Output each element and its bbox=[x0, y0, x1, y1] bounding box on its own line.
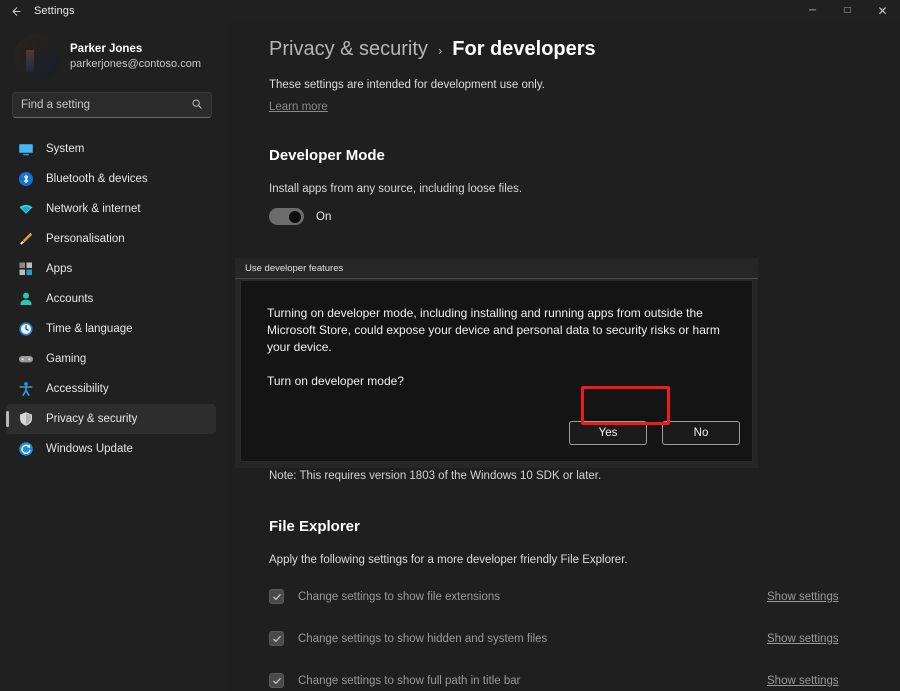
developer-mode-description: Install apps from any source, including … bbox=[269, 183, 523, 195]
no-button[interactable]: No bbox=[662, 421, 740, 445]
sidebar-item-label: Gaming bbox=[46, 353, 87, 365]
sidebar-item-privacy-security[interactable]: Privacy & security bbox=[6, 404, 216, 434]
sidebar-item-label: Accounts bbox=[46, 293, 94, 305]
dialog-body: Turning on developer mode, including ins… bbox=[241, 281, 752, 390]
sidebar-item-windows-update[interactable]: Windows Update bbox=[6, 434, 216, 464]
toggle-state-label: On bbox=[316, 210, 332, 223]
paintbrush-icon bbox=[18, 231, 34, 247]
search-input[interactable] bbox=[21, 99, 187, 111]
profile-name: Parker Jones bbox=[70, 43, 143, 55]
monitor-icon bbox=[18, 141, 34, 157]
wifi-icon bbox=[18, 201, 34, 217]
person-icon bbox=[18, 291, 34, 307]
sidebar-item-bluetooth-devices[interactable]: Bluetooth & devices bbox=[6, 164, 216, 194]
show-settings-link[interactable]: Show settings bbox=[767, 591, 839, 603]
apps-grid-icon bbox=[18, 261, 34, 277]
update-refresh-icon bbox=[18, 441, 34, 457]
checkbox-checked-icon[interactable] bbox=[269, 673, 284, 688]
developer-mode-confirm-dialog: Turning on developer mode, including ins… bbox=[240, 280, 753, 462]
developer-mode-heading: Developer Mode bbox=[269, 147, 385, 164]
bluetooth-icon bbox=[18, 171, 34, 187]
page-title: For developers bbox=[452, 38, 596, 60]
dialog-question: Turn on developer mode? bbox=[267, 374, 404, 388]
gamepad-icon bbox=[18, 351, 34, 367]
sidebar-item-label: Time & language bbox=[46, 323, 133, 335]
dialog-header: Use developer features bbox=[235, 258, 758, 279]
sidebar-item-apps[interactable]: Apps bbox=[6, 254, 216, 284]
back-arrow-icon[interactable] bbox=[0, 0, 30, 22]
window-controls: ─ □ ✕ bbox=[795, 0, 900, 22]
breadcrumb: Privacy & security › For developers bbox=[226, 22, 900, 61]
sidebar-item-label: Windows Update bbox=[46, 443, 133, 455]
show-settings-link[interactable]: Show settings bbox=[767, 675, 839, 687]
sidebar-item-label: Bluetooth & devices bbox=[46, 173, 148, 185]
file-explorer-setting-row: Change settings to show full path in tit… bbox=[269, 673, 889, 688]
intro-section: These settings are intended for developm… bbox=[226, 61, 900, 115]
sidebar-item-label: System bbox=[46, 143, 85, 155]
maximize-button[interactable]: □ bbox=[830, 0, 865, 22]
checkbox-checked-icon[interactable] bbox=[269, 589, 284, 604]
sidebar-item-network-internet[interactable]: Network & internet bbox=[6, 194, 216, 224]
dialog-overlay: Use developer features Turning on develo… bbox=[235, 258, 758, 468]
search-box[interactable] bbox=[12, 92, 212, 118]
file-explorer-description: Apply the following settings for a more … bbox=[269, 554, 628, 566]
profile-email: parkerjones@contoso.com bbox=[70, 58, 202, 70]
checkbox-label: Change settings to show file extensions bbox=[298, 590, 501, 603]
sidebar-item-gaming[interactable]: Gaming bbox=[6, 344, 216, 374]
sidebar-item-system[interactable]: System bbox=[6, 134, 216, 164]
sidebar-item-personalisation[interactable]: Personalisation bbox=[6, 224, 216, 254]
sidebar-item-label: Accessibility bbox=[46, 383, 109, 395]
dialog-message: Turning on developer mode, including ins… bbox=[267, 306, 720, 354]
toggle-knob bbox=[289, 210, 301, 223]
developer-mode-toggle-row: On bbox=[226, 208, 900, 225]
sidebar-item-accessibility[interactable]: Accessibility bbox=[6, 374, 216, 404]
minimize-button[interactable]: ─ bbox=[795, 0, 830, 22]
file-explorer-setting-row: Change settings to show hidden and syste… bbox=[269, 631, 889, 646]
search-icon bbox=[191, 98, 203, 112]
file-explorer-setting-row: Change settings to show file extensions S… bbox=[269, 589, 889, 604]
profile-section[interactable]: Parker Jones parkerjones@contoso.com bbox=[14, 30, 214, 84]
shield-icon bbox=[18, 411, 34, 427]
accessibility-icon bbox=[18, 381, 34, 397]
dialog-buttons: Yes No bbox=[569, 421, 740, 445]
checkbox-checked-icon[interactable] bbox=[269, 631, 284, 646]
sidebar-item-accounts[interactable]: Accounts bbox=[6, 284, 216, 314]
checkbox-label: Change settings to show hidden and syste… bbox=[298, 632, 548, 645]
intro-text: These settings are intended for developm… bbox=[269, 79, 545, 91]
sdk-note: Note: This requires version 1803 of the … bbox=[269, 470, 602, 482]
breadcrumb-parent[interactable]: Privacy & security bbox=[269, 38, 428, 61]
yes-button[interactable]: Yes bbox=[569, 421, 647, 445]
file-explorer-heading: File Explorer bbox=[269, 518, 360, 535]
profile-text: Parker Jones parkerjones@contoso.com bbox=[70, 42, 201, 72]
show-settings-link[interactable]: Show settings bbox=[767, 633, 839, 645]
sidebar-nav: System Bluetooth & devices Network & inter… bbox=[0, 134, 226, 464]
avatar bbox=[14, 34, 60, 80]
sidebar: Parker Jones parkerjones@contoso.com Sys… bbox=[0, 22, 226, 691]
app-title: Settings bbox=[34, 5, 75, 17]
title-bar: Settings ─ □ ✕ bbox=[0, 0, 900, 22]
developer-mode-toggle[interactable] bbox=[269, 208, 304, 225]
chevron-right-icon: › bbox=[437, 43, 443, 58]
settings-window: Settings ─ □ ✕ Parker Jones parkerjones@… bbox=[0, 0, 900, 691]
sidebar-item-label: Apps bbox=[46, 263, 73, 275]
sidebar-item-label: Personalisation bbox=[46, 233, 125, 245]
sidebar-item-label: Network & internet bbox=[46, 203, 141, 215]
clock-icon bbox=[18, 321, 34, 337]
learn-more-link[interactable]: Learn more bbox=[269, 100, 328, 115]
sidebar-item-label: Privacy & security bbox=[46, 413, 138, 425]
checkbox-label: Change settings to show full path in tit… bbox=[298, 674, 521, 687]
sidebar-item-time-language[interactable]: Time & language bbox=[6, 314, 216, 344]
dialog-title: Use developer features bbox=[245, 262, 344, 274]
close-button[interactable]: ✕ bbox=[865, 0, 900, 22]
